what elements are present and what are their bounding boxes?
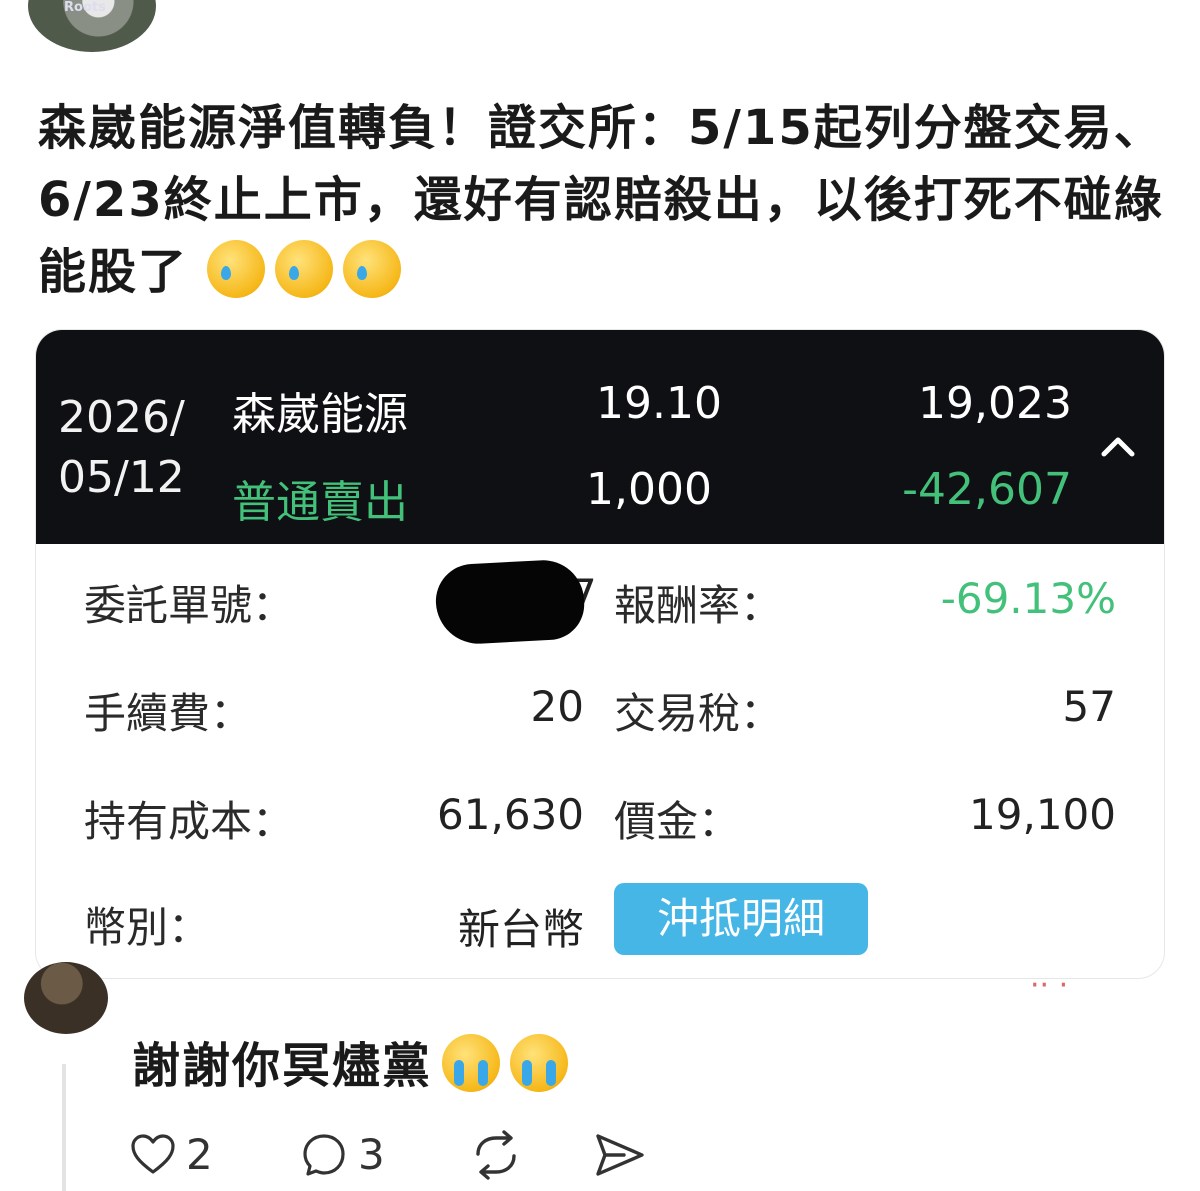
trade-price: 19.10 [596, 378, 722, 429]
thread-line [62, 1064, 66, 1191]
tax-value: 57 [1062, 682, 1116, 731]
heart-icon [131, 1133, 175, 1174]
trade-card: 2026/ 05/12 森崴能源 普通賣出 19.10 1,000 19,023… [36, 330, 1164, 978]
fee-value: 20 [530, 682, 584, 731]
more-options-icon[interactable]: ·· · [1030, 968, 1068, 1003]
trade-quantity: 1,000 [586, 464, 712, 515]
comment-count: 3 [358, 1130, 385, 1179]
return-rate-value: -69.13% [940, 574, 1116, 623]
sad-tear-emoji-icon [342, 240, 401, 298]
reply-avatar[interactable] [24, 962, 108, 1034]
trade-card-header[interactable]: 2026/ 05/12 森崴能源 普通賣出 19.10 1,000 19,023… [36, 330, 1164, 544]
reply-body: 謝謝你冥燼黨 [132, 1034, 569, 1098]
like-button[interactable]: 2 [130, 1130, 213, 1179]
share-button[interactable] [594, 1130, 646, 1180]
reply-text: 謝謝你冥燼黨 [132, 1038, 433, 1094]
sad-tear-emoji-icon [274, 240, 333, 298]
like-count: 2 [186, 1130, 213, 1179]
cost-value: 61,630 [437, 790, 584, 839]
loudly-crying-emoji-icon [442, 1034, 501, 1092]
crying-emoji-group [188, 240, 411, 300]
offset-details-button[interactable]: 沖抵明細 [614, 883, 868, 955]
currency-value: 新台幣 [457, 905, 584, 954]
sad-tear-emoji-icon [206, 240, 265, 298]
post-body: 森崴能源淨值轉負！證交所：5/15起列分盤交易、6/23終止上市，還好有認賠殺出… [38, 92, 1168, 308]
fee-label: 手續費： [84, 689, 253, 738]
trade-date-year: 2026/ [58, 392, 185, 443]
order-type: 普通賣出 [232, 477, 408, 528]
order-no-label: 委託單號： [84, 581, 295, 630]
chevron-up-icon[interactable] [1098, 426, 1138, 466]
return-rate-label: 報酬率： [614, 581, 783, 630]
loudly-crying-emoji-icon [510, 1034, 569, 1092]
cost-label: 持有成本： [84, 797, 295, 846]
trade-date: 2026/ 05/12 [58, 388, 185, 508]
send-icon [596, 1134, 644, 1176]
avatar-text: Roots [64, 0, 106, 15]
repost-button[interactable] [468, 1130, 524, 1180]
comment-button[interactable]: 3 [300, 1130, 385, 1179]
tax-label: 交易稅： [614, 689, 783, 738]
author-avatar[interactable]: Roots [28, 0, 156, 52]
proceeds-value: 19,100 [969, 790, 1116, 839]
stock-name: 森崴能源 [232, 389, 408, 440]
currency-label: 幣別： [84, 903, 211, 952]
order-no-redaction [434, 558, 586, 646]
trade-date-day: 05/12 [58, 452, 185, 503]
trade-amount: 19,023 [918, 378, 1072, 429]
comment-icon [303, 1133, 345, 1176]
proceeds-label: 價金： [614, 797, 741, 846]
repost-icon [476, 1130, 516, 1180]
trade-pnl: -42,607 [902, 464, 1072, 515]
